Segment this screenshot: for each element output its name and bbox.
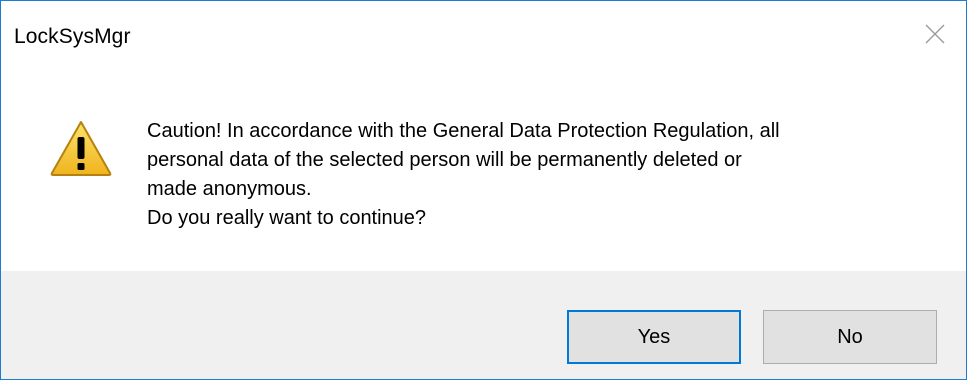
message-dialog: LockSysMgr Caution! In accordance with t… — [0, 0, 967, 380]
close-icon — [925, 24, 945, 44]
close-button[interactable] — [904, 1, 966, 67]
message-line-1: Caution! In accordance with the General … — [147, 120, 780, 142]
button-bar: Yes No — [1, 271, 966, 379]
yes-button[interactable]: Yes — [567, 310, 741, 364]
message-line-2: personal data of the selected person wil… — [147, 149, 742, 171]
no-button[interactable]: No — [763, 310, 937, 364]
window-title: LockSysMgr — [14, 25, 131, 48]
message-line-3: made anonymous. — [147, 178, 312, 200]
message-text: Caution! In accordance with the General … — [147, 117, 937, 233]
warning-icon — [50, 121, 112, 176]
dialog-content: Caution! In accordance with the General … — [1, 79, 966, 271]
message-line-4: Do you really want to continue? — [147, 207, 427, 229]
title-bar: LockSysMgr — [1, 1, 966, 79]
